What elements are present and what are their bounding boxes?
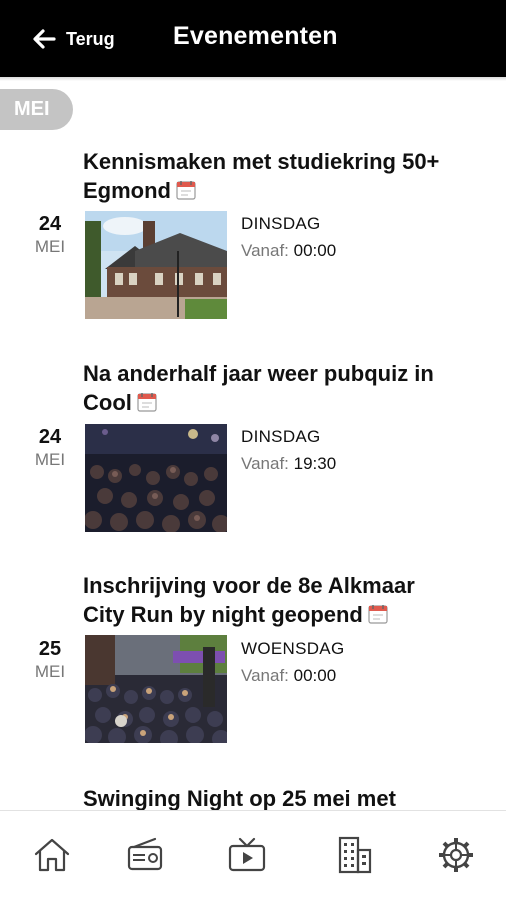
event-date-month: MEI [34,237,66,256]
nav-settings-button[interactable] [436,835,476,875]
event-time-value: 19:30 [293,454,337,473]
event-title-line1: Kennismaken met studiekring 50+ [83,149,440,174]
app-header: Terug Evenementen [0,0,506,77]
event-time-label: Vanaf: [241,454,289,473]
event-title-line2: Cool [83,390,132,415]
event-date-day: 25 [38,638,62,660]
event-date-day: 24 [38,426,62,448]
event-title-line2: City Run by night geopend [83,602,363,627]
arrow-left-icon [33,29,56,49]
calendar-icon [368,605,388,624]
event-weekday: DINSDAG [241,214,321,233]
nav-home-button[interactable] [32,835,72,875]
event-time-value: 00:00 [293,666,337,685]
event-time-value: 00:00 [293,241,337,260]
event-date-month: MEI [34,662,66,681]
event-date: 24 MEI [26,425,74,471]
calendar-icon [176,181,196,200]
events-list: MEI Kennismaken met studiekring 50+ Egmo… [0,0,506,810]
event-time: Vanaf: 19:30 [241,454,336,474]
event-date: 24 MEI [26,212,74,258]
school-building-image [85,211,227,319]
event-thumbnail[interactable] [85,424,227,532]
header-shadow [0,77,506,81]
pub-crowd-image [85,424,227,532]
event-date-month: MEI [34,450,66,469]
event-time-label: Vanaf: [241,666,289,685]
month-pill-label: MEI [14,98,50,120]
event-title[interactable]: Swinging Night op 25 mei met [83,784,493,810]
bottom-navigation [0,810,506,900]
settings-gear-icon [439,838,473,872]
event-title-line1: Na anderhalf jaar weer pubquiz in [83,361,434,386]
event-title-line2: Egmond [83,178,171,203]
event-time: Vanaf: 00:00 [241,241,336,261]
nav-radio-button[interactable] [125,835,165,875]
month-section-pill: MEI [0,89,73,130]
tv-icon [228,837,266,872]
event-title-line1: Swinging Night op 25 mei met [83,786,396,810]
nav-buildings-button[interactable] [334,835,374,875]
buildings-icon [338,836,372,874]
event-weekday: DINSDAG [241,427,321,446]
calendar-icon [137,393,157,412]
event-date-day: 24 [38,213,62,235]
event-title[interactable]: Inschrijving voor de 8e Alkmaar City Run… [83,571,493,629]
radio-icon [127,837,163,871]
event-weekday: WOENSDAG [241,639,345,658]
back-button[interactable]: Terug [30,22,115,56]
run-start-crowd-image [85,635,227,743]
back-button-label: Terug [66,28,115,49]
home-icon [34,838,70,872]
event-title-line1: Inschrijving voor de 8e Alkmaar [83,573,415,598]
event-time: Vanaf: 00:00 [241,666,336,686]
event-date: 25 MEI [26,637,74,683]
nav-tv-button[interactable] [227,835,267,875]
event-thumbnail[interactable] [85,635,227,743]
event-time-label: Vanaf: [241,241,289,260]
event-thumbnail[interactable] [85,211,227,319]
page-title: Evenementen [173,22,338,50]
event-title[interactable]: Kennismaken met studiekring 50+ Egmond [83,147,493,205]
event-title[interactable]: Na anderhalf jaar weer pubquiz in Cool [83,359,493,417]
